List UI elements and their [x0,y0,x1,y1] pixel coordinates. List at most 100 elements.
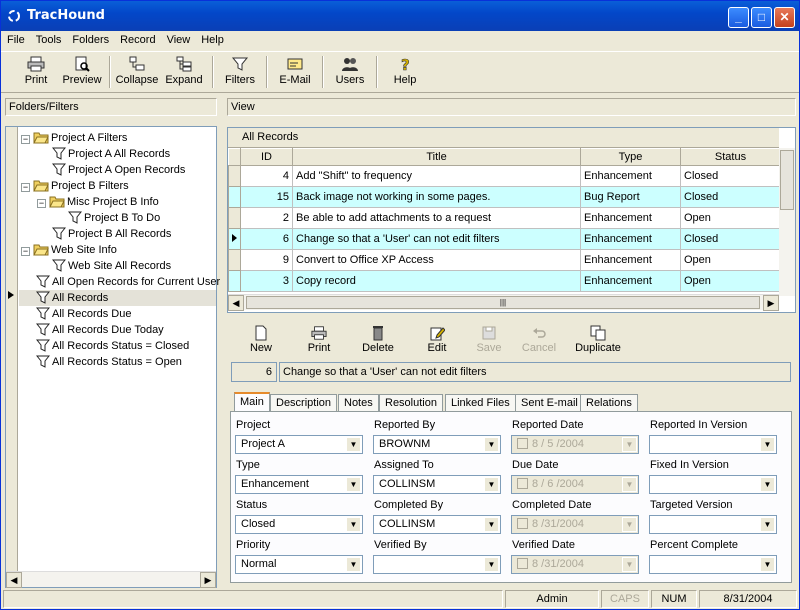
assigned-to-select[interactable]: COLLINSM ▼ [373,475,501,494]
chevron-down-icon[interactable]: ▼ [622,517,637,532]
tree-filter[interactable]: All Records Due Today [35,322,164,338]
scroll-right-icon[interactable]: ▶ [200,572,216,588]
chevron-down-icon[interactable]: ▼ [760,437,775,452]
cell-title[interactable]: Convert to Office XP Access [292,249,581,271]
grid-horizontal-scrollbar[interactable]: ◀ ||| ▶ [228,294,779,311]
checkbox-icon[interactable] [517,438,528,449]
checkbox-icon[interactable] [517,558,528,569]
verified-date-picker[interactable]: 8 /31/2004 ▼ [511,555,639,574]
menu-file[interactable]: File [1,31,30,46]
checkbox-icon[interactable] [517,478,528,489]
cell-status[interactable]: Closed [680,186,781,208]
tree-filter[interactable]: All Open Records for Current User [35,274,220,290]
cancel-record-button[interactable]: Cancel [519,325,559,354]
tree-folder[interactable]: − Misc Project B Info [37,194,159,210]
close-button[interactable]: ✕ [774,7,795,28]
row-header[interactable] [228,228,241,250]
cell-type[interactable]: Enhancement [580,165,681,187]
chevron-down-icon[interactable]: ▼ [760,557,775,572]
column-header-id[interactable]: ID [240,148,293,166]
chevron-down-icon[interactable]: ▼ [622,557,637,572]
cell-title[interactable]: Change so that a 'User' can not edit fil… [292,228,581,250]
cell-id[interactable]: 15 [240,186,293,208]
status-select[interactable]: Closed ▼ [235,515,363,534]
chevron-down-icon[interactable]: ▼ [760,517,775,532]
cell-status[interactable]: Open [680,249,781,271]
row-header[interactable] [228,249,241,271]
tree-filter[interactable]: Project A Open Records [51,162,185,178]
cell-title[interactable]: Back image not working in some pages. [292,186,581,208]
duplicate-record-button[interactable]: Duplicate [573,325,623,354]
column-header-type[interactable]: Type [580,148,681,166]
cell-title[interactable]: Copy record [292,270,581,292]
cell-type[interactable]: Bug Report [580,186,681,208]
users-toolbar-button[interactable]: Users [331,56,369,90]
tree-filter[interactable]: All Records [19,290,216,306]
chevron-down-icon[interactable]: ▼ [760,477,775,492]
column-header-title[interactable]: Title [292,148,581,166]
row-header[interactable] [228,207,241,229]
tree-horizontal-scrollbar[interactable]: ◀ ▶ [6,571,216,588]
chevron-down-icon[interactable]: ▼ [484,517,499,532]
tab-sent-email[interactable]: Sent E-mail [515,394,584,412]
collapse-toggle-icon[interactable]: − [21,247,30,256]
chevron-down-icon[interactable]: ▼ [484,557,499,572]
cell-id[interactable]: 9 [240,249,293,271]
due-date-picker[interactable]: 8 / 6 /2004 ▼ [511,475,639,494]
table-row[interactable]: 4 Add "Shift" to frequency Enhancement Clos… [228,165,781,187]
cell-status[interactable]: Closed [680,165,781,187]
cell-id[interactable]: 6 [240,228,293,250]
minimize-button[interactable]: _ [728,7,749,28]
row-header[interactable] [228,165,241,187]
maximize-button[interactable]: □ [751,7,772,28]
checkbox-icon[interactable] [517,518,528,529]
priority-select[interactable]: Normal ▼ [235,555,363,574]
chevron-down-icon[interactable]: ▼ [346,517,361,532]
cell-title[interactable]: Be able to add attachments to a request [292,207,581,229]
scroll-left-icon[interactable]: ◀ [228,295,244,311]
cell-type[interactable]: Enhancement [580,228,681,250]
scroll-left-icon[interactable]: ◀ [6,572,22,588]
save-record-button[interactable]: Save [469,325,509,354]
table-row[interactable]: 3 Copy record Enhancement Open [228,270,781,292]
chevron-down-icon[interactable]: ▼ [622,477,637,492]
tab-relations[interactable]: Relations [580,394,638,412]
chevron-down-icon[interactable]: ▼ [484,437,499,452]
chevron-down-icon[interactable]: ▼ [484,477,499,492]
tree-filter[interactable]: Project A All Records [51,146,170,162]
scroll-thumb[interactable]: ||| [246,296,760,309]
scroll-right-icon[interactable]: ▶ [763,295,779,311]
chevron-down-icon[interactable]: ▼ [346,477,361,492]
expand-toolbar-button[interactable]: Expand [163,56,205,90]
table-row[interactable]: 2 Be able to add attachments to a request… [228,207,781,229]
menu-help[interactable]: Help [195,31,229,46]
menu-tools[interactable]: Tools [30,31,67,46]
completed-by-select[interactable]: COLLINSM ▼ [373,515,501,534]
cell-status[interactable]: Open [680,270,781,292]
reported-in-version-select[interactable]: ▼ [649,435,777,454]
new-record-button[interactable]: New [241,325,281,354]
collapse-toggle-icon[interactable]: − [21,135,30,144]
chevron-down-icon[interactable]: ▼ [346,557,361,572]
percent-complete-select[interactable]: ▼ [649,555,777,574]
tree-filter[interactable]: All Records Status = Closed [35,338,189,354]
cell-status[interactable]: Closed [680,228,781,250]
cell-status[interactable]: Open [680,207,781,229]
menu-folders[interactable]: Folders [66,31,114,46]
fixed-in-version-select[interactable]: ▼ [649,475,777,494]
row-header[interactable] [228,186,241,208]
collapse-toggle-icon[interactable]: − [21,183,30,192]
chevron-down-icon[interactable]: ▼ [346,437,361,452]
tree-filter[interactable]: Web Site All Records [51,258,171,274]
cell-type[interactable]: Enhancement [580,270,681,292]
table-row[interactable]: 15 Back image not working in some pages. B… [228,186,781,208]
type-select[interactable]: Enhancement ▼ [235,475,363,494]
table-row[interactable]: 9 Convert to Office XP Access Enhancement O… [228,249,781,271]
tree-filter[interactable]: Project B To Do [67,210,160,226]
preview-toolbar-button[interactable]: Preview [59,56,105,90]
table-row[interactable]: 6 Change so that a 'User' can not edit fi… [228,228,781,250]
cell-type[interactable]: Enhancement [580,207,681,229]
tab-main[interactable]: Main [234,392,270,412]
column-header-status[interactable]: Status [680,148,781,166]
row-header[interactable] [228,270,241,292]
